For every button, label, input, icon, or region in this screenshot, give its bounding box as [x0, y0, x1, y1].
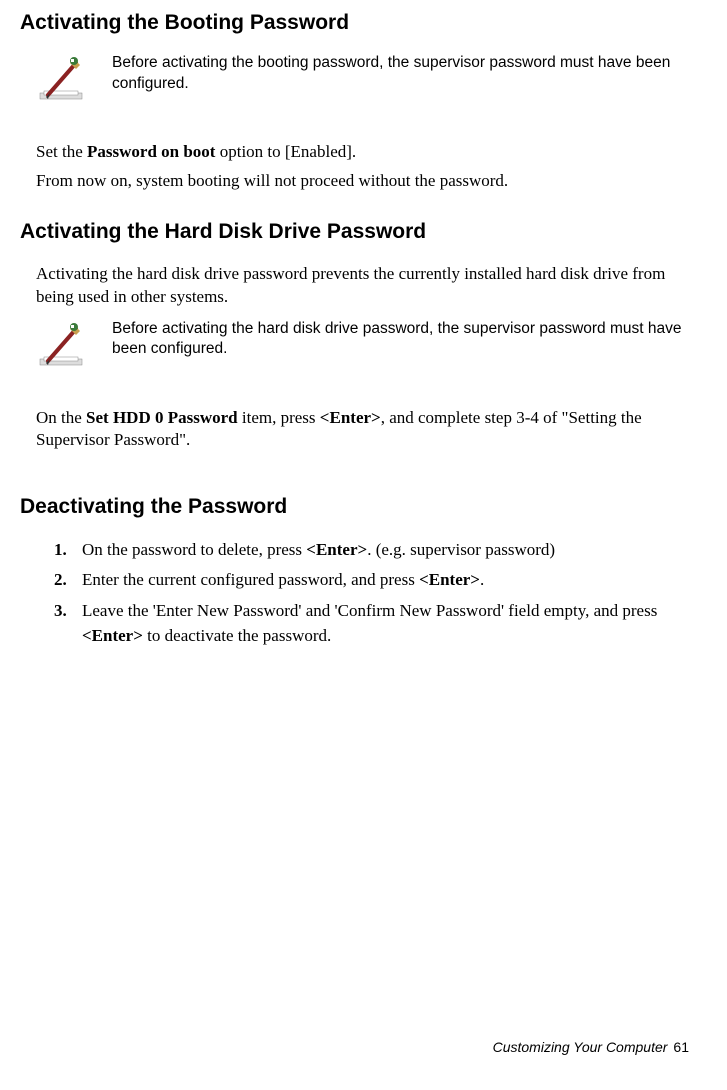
list-item: 1. On the password to delete, press <Ent…: [54, 538, 687, 563]
step-text: Enter the current configured password, a…: [82, 568, 687, 593]
text-run: On the password to delete, press: [82, 540, 306, 559]
note-block: Before activating the booting password, …: [36, 53, 687, 105]
list-item: 2. Enter the current configured password…: [54, 568, 687, 593]
text-run: On the: [36, 408, 86, 427]
step-number: 1.: [54, 538, 82, 563]
body-paragraph: Set the Password on boot option to [Enab…: [36, 141, 687, 164]
heading-deactivating: Deactivating the Password: [20, 492, 687, 521]
heading-hdd-password: Activating the Hard Disk Drive Password: [20, 217, 687, 246]
note-text: Before activating the hard disk drive pa…: [112, 319, 687, 361]
text-run: Leave the 'Enter New Password' and 'Conf…: [82, 601, 657, 620]
body-paragraph: From now on, system booting will not pro…: [36, 170, 687, 193]
body-paragraph: Activating the hard disk drive password …: [36, 263, 687, 309]
heading-booting-password: Activating the Booting Password: [20, 8, 687, 37]
note-text: Before activating the booting password, …: [112, 53, 687, 95]
text-run: item, press: [238, 408, 320, 427]
step-number: 2.: [54, 568, 82, 593]
text-run: option to [Enabled].: [215, 142, 356, 161]
step-text: Leave the 'Enter New Password' and 'Conf…: [82, 599, 687, 648]
text-bold: <Enter>: [419, 570, 480, 589]
text-bold: <Enter>: [320, 408, 381, 427]
text-bold: <Enter>: [306, 540, 367, 559]
step-number: 3.: [54, 599, 82, 648]
text-run: .: [480, 570, 484, 589]
list-item: 3. Leave the 'Enter New Password' and 'C…: [54, 599, 687, 648]
steps-list: 1. On the password to delete, press <Ent…: [54, 538, 687, 649]
note-block: Before activating the hard disk drive pa…: [36, 319, 687, 371]
page-number: 61: [673, 1039, 689, 1055]
text-run: to deactivate the password.: [143, 626, 331, 645]
text-run: Enter the current configured password, a…: [82, 570, 419, 589]
step-text: On the password to delete, press <Enter>…: [82, 538, 687, 563]
text-bold: Set HDD 0 Password: [86, 408, 238, 427]
text-bold: <Enter>: [82, 626, 143, 645]
pencil-note-icon: [36, 319, 88, 371]
footer-text: Customizing Your Computer: [493, 1039, 668, 1055]
text-run: Set the: [36, 142, 87, 161]
pencil-note-icon: [36, 53, 88, 105]
text-bold: Password on boot: [87, 142, 215, 161]
text-run: . (e.g. supervisor password): [367, 540, 555, 559]
page-footer: Customizing Your Computer 61: [493, 1038, 689, 1058]
body-paragraph: On the Set HDD 0 Password item, press <E…: [36, 407, 687, 453]
